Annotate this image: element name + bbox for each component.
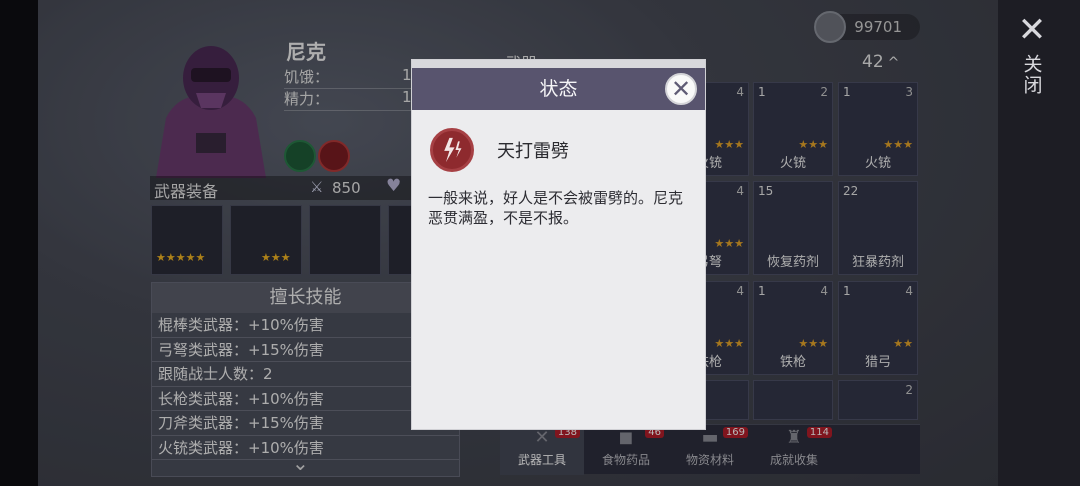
status-dialog: 状态 ✕ 天打雷劈 一般来说，好人是不会被雷劈的。尼克恶贯满盈，不是不报。 (411, 59, 706, 430)
close-icon: ✕ (1017, 10, 1047, 50)
close-panel-button[interactable]: ✕ 关闭 (1012, 10, 1052, 96)
lightning-icon (430, 128, 474, 172)
dialog-top-strip (412, 60, 705, 68)
status-description: 一般来说，好人是不会被雷劈的。尼克恶贯满盈，不是不报。 (428, 189, 684, 227)
dialog-close-button[interactable]: ✕ (665, 73, 697, 105)
close-icon: ✕ (670, 75, 692, 103)
dialog-header: 状态 ✕ (412, 68, 705, 110)
dialog-title: 状态 (539, 78, 578, 100)
close-label: 关闭 (1020, 54, 1043, 96)
status-name: 天打雷劈 (497, 141, 569, 162)
game-screen: 尼克 饥饿： 1 精力： 1 武器装备 ⚔ 850 ♥ ★★★★★ ★★★ 擅长… (0, 0, 1080, 486)
